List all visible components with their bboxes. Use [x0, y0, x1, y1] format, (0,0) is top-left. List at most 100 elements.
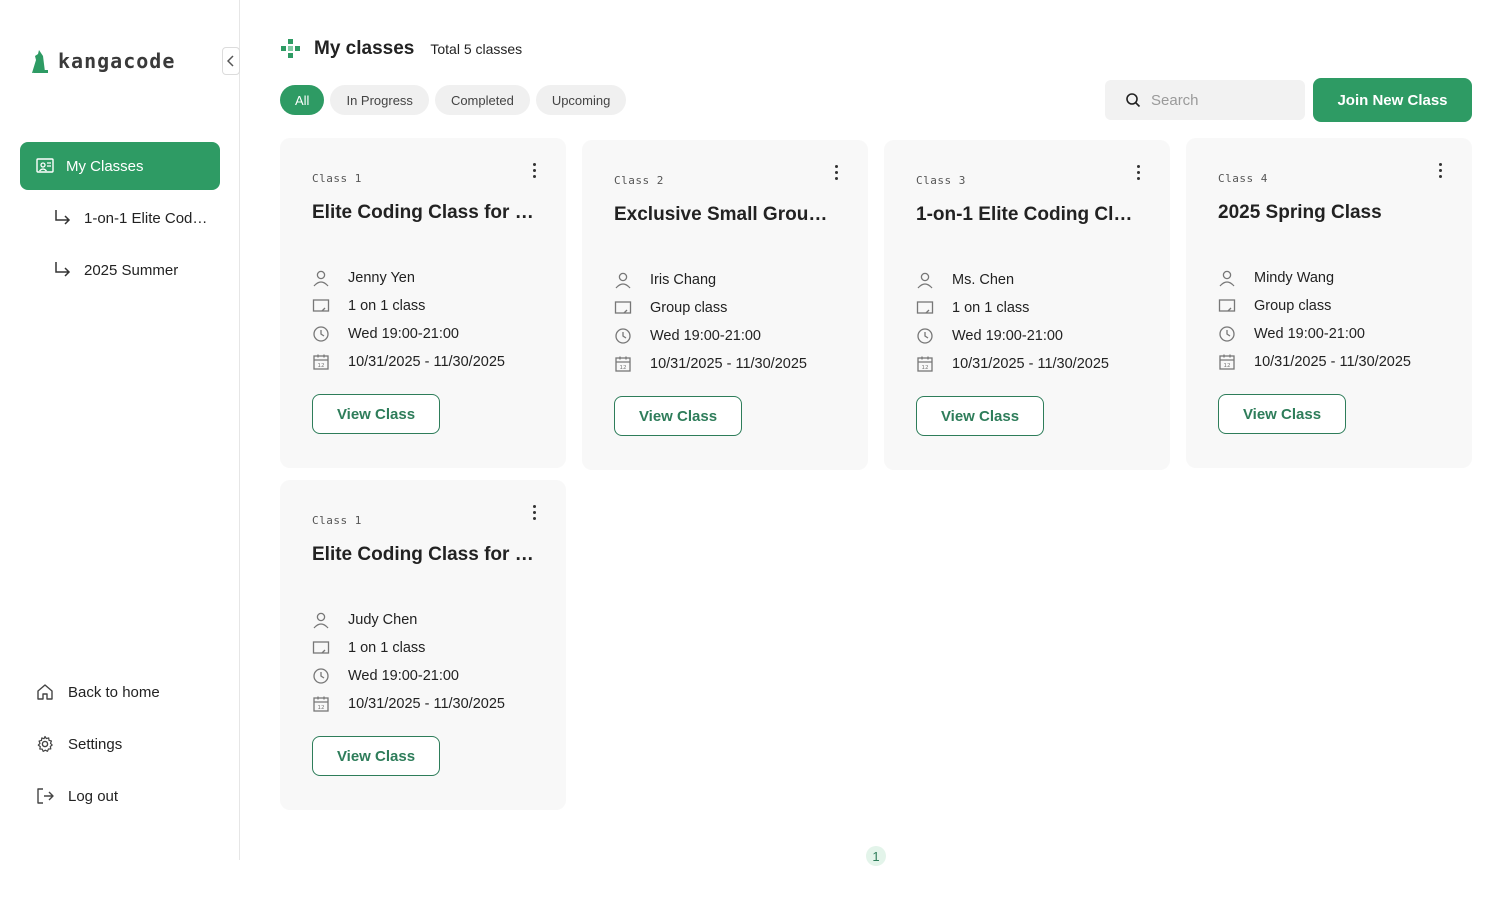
kebab-dot [1136, 164, 1140, 168]
sidebar-subitem-elite-coding[interactable]: 1-on-1 Elite Coding Class [52, 204, 220, 232]
back-to-home-label: Back to home [68, 683, 160, 701]
logout-label: Log out [68, 787, 119, 805]
teacher-row: Judy Chen [312, 606, 505, 634]
sidebar-subitem-2025-summer[interactable]: 2025 Summer [52, 256, 220, 284]
filter-upcoming[interactable]: Upcoming [535, 85, 627, 115]
kebab-dot [532, 174, 536, 178]
kebab-dot [532, 162, 536, 166]
class-title: Elite Coding Class for Kids [312, 202, 536, 223]
kebab-dot [532, 504, 536, 508]
svg-text:12: 12 [318, 363, 325, 369]
brand-logo[interactable]: kangacode [30, 48, 175, 74]
class-code: Class 3 [916, 174, 966, 187]
kebab-dot [834, 176, 838, 180]
board-icon [312, 641, 330, 654]
more-options-button[interactable] [828, 162, 844, 182]
schedule-row: Wed 19:00-21:00 [916, 322, 1109, 350]
person-icon [313, 270, 329, 287]
sidebar-subitem-label: 1-on-1 Elite Coding Class [84, 209, 208, 227]
kebab-dot [1438, 162, 1442, 166]
class-title: 1-on-1 Elite Coding Class [916, 204, 1140, 225]
class-schedule: Wed 19:00-21:00 [650, 328, 761, 344]
sidebar: kangacode My Classes 1-on-1 Elite Coding… [0, 0, 240, 860]
collapse-sidebar-button[interactable] [222, 47, 240, 75]
filter-tabs: All In Progress Completed Upcoming [280, 85, 627, 115]
back-to-home-link[interactable]: Back to home [36, 678, 216, 706]
svg-text:12: 12 [922, 365, 929, 371]
schedule-row: Wed 19:00-21:00 [614, 322, 807, 350]
class-type: 1 on 1 class [348, 298, 426, 314]
settings-link[interactable]: Settings [36, 730, 216, 758]
page-title: My classes [314, 38, 415, 59]
kebab-dot [532, 516, 536, 520]
calendar-icon: 12 [1219, 354, 1235, 370]
date-range-row: 12 10/31/2025 - 11/30/2025 [614, 350, 807, 378]
class-date-range: 10/31/2025 - 11/30/2025 [348, 354, 505, 370]
board-icon [1218, 299, 1236, 312]
calendar-icon: 12 [313, 696, 329, 712]
teacher-row: Iris Chang [614, 266, 807, 294]
more-options-button[interactable] [526, 160, 542, 180]
date-range-row: 12 10/31/2025 - 11/30/2025 [312, 348, 505, 376]
calendar-icon: 12 [313, 354, 329, 370]
search-icon [1126, 93, 1141, 108]
view-class-button[interactable]: View Class [916, 396, 1044, 436]
teacher-row: Mindy Wang [1218, 264, 1411, 292]
class-type: Group class [650, 300, 728, 316]
sidebar-item-my-classes[interactable]: My Classes [20, 142, 220, 190]
schedule-row: Wed 19:00-21:00 [312, 320, 505, 348]
more-options-button[interactable] [1130, 162, 1146, 182]
class-card: Class 2 Exclusive Small Group Class Iris… [582, 140, 868, 470]
class-type-row: Group class [1218, 292, 1411, 320]
filter-completed[interactable]: Completed [434, 85, 530, 115]
teacher-name: Jenny Yen [348, 270, 415, 286]
more-options-button[interactable] [1432, 160, 1448, 180]
teacher-name: Iris Chang [650, 272, 717, 288]
view-class-button[interactable]: View Class [614, 396, 742, 436]
sub-arrow-icon [55, 210, 71, 225]
class-code: Class 4 [1218, 172, 1268, 185]
board-icon [312, 299, 330, 312]
page-number-current[interactable]: 1 [866, 846, 886, 866]
class-card: Class 3 1-on-1 Elite Coding Class Ms. Ch… [884, 140, 1170, 470]
svg-text:12: 12 [318, 705, 325, 711]
filter-in-progress[interactable]: In Progress [330, 85, 429, 115]
clock-icon [1219, 326, 1235, 342]
view-class-button[interactable]: View Class [312, 736, 440, 776]
sub-arrow-icon [55, 262, 71, 277]
classes-logo-icon [281, 39, 300, 58]
teacher-name: Ms. Chen [952, 272, 1015, 288]
gear-icon [37, 735, 53, 752]
class-date-range: 10/31/2025 - 11/30/2025 [650, 356, 807, 372]
class-card: Class 1 Elite Coding Class for Kids Judy… [280, 480, 566, 810]
svg-text:12: 12 [1224, 363, 1231, 369]
kebab-dot [1136, 176, 1140, 180]
class-title: 2025 Spring Class [1218, 202, 1382, 223]
page-header: My classes Total 5 classes [280, 38, 522, 60]
class-card: Class 4 2025 Spring Class Mindy Wang Gro… [1186, 138, 1472, 468]
search-input[interactable] [1151, 91, 1291, 109]
search-box[interactable] [1105, 80, 1305, 120]
teacher-name: Judy Chen [348, 612, 418, 628]
clock-icon [313, 326, 329, 342]
board-icon [614, 301, 632, 314]
class-code: Class 1 [312, 172, 362, 185]
view-class-button[interactable]: View Class [1218, 394, 1346, 434]
kebab-dot [1136, 170, 1140, 174]
class-type: Group class [1254, 298, 1332, 314]
logout-icon [37, 788, 54, 804]
more-options-button[interactable] [526, 502, 542, 522]
join-new-class-button[interactable]: Join New Class [1313, 78, 1472, 122]
teacher-row: Jenny Yen [312, 264, 505, 292]
date-range-row: 12 10/31/2025 - 11/30/2025 [916, 350, 1109, 378]
class-date-range: 10/31/2025 - 11/30/2025 [952, 356, 1109, 372]
class-date-range: 10/31/2025 - 11/30/2025 [348, 696, 505, 712]
kebab-dot [1438, 168, 1442, 172]
class-code: Class 2 [614, 174, 664, 187]
view-class-button[interactable]: View Class [312, 394, 440, 434]
home-icon [37, 684, 53, 700]
class-date-range: 10/31/2025 - 11/30/2025 [1254, 354, 1411, 370]
filter-all[interactable]: All [280, 85, 325, 115]
sidebar-item-label: My Classes [66, 157, 144, 175]
logout-link[interactable]: Log out [36, 782, 216, 810]
